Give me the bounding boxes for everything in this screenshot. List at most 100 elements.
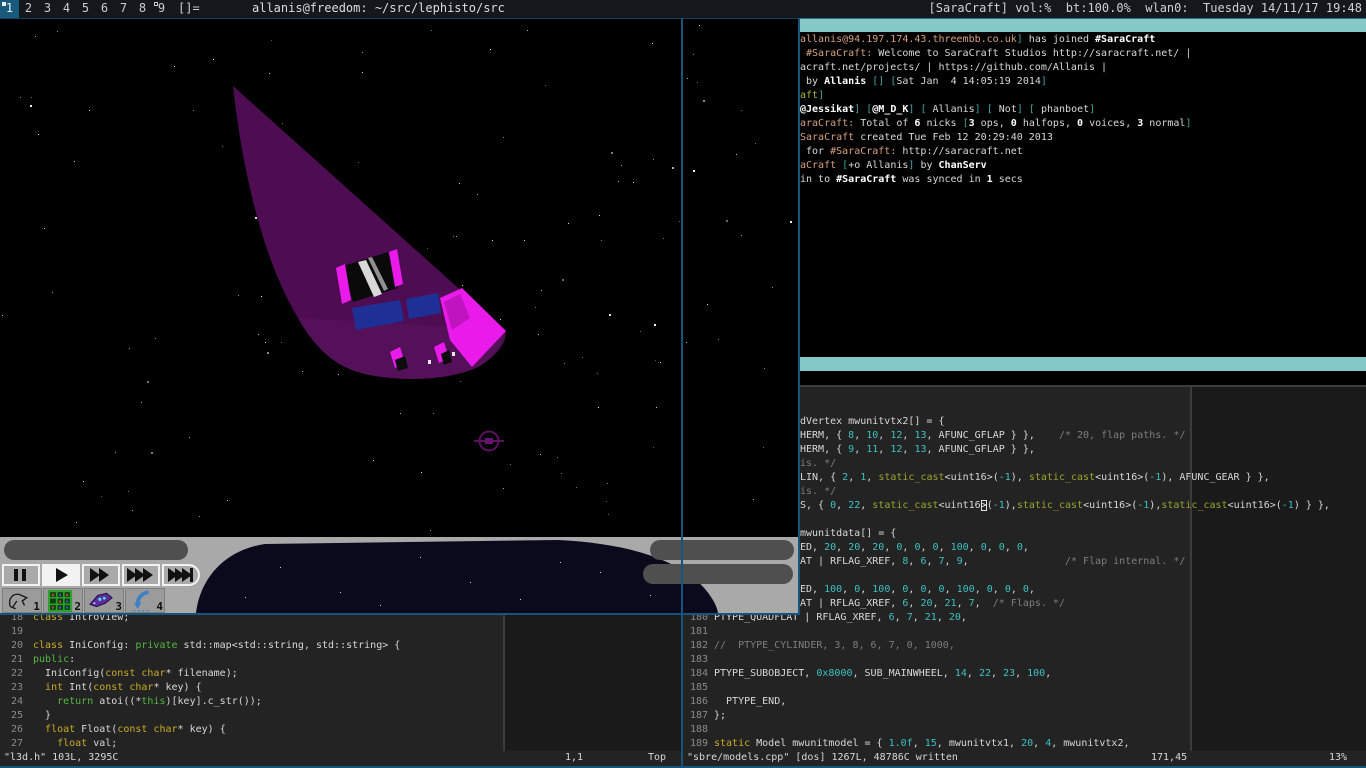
- text-segment: 21: [945, 598, 957, 609]
- line-text: @Jessikat] [@M_D_K] [ Allanis] [ Not] [ …: [800, 103, 1095, 117]
- line-text: HERM, { 9, 11, 12, 13, AFUNC_GFLAP } },: [800, 443, 1035, 457]
- text-line: 181: [683, 625, 1366, 639]
- line-number: 25: [3, 709, 23, 723]
- text-segment: created Tue Feb 12 20:29:40 2013: [854, 132, 1053, 143]
- game-window[interactable]: 1 2 3: [0, 18, 800, 615]
- vim-left-ruler: 1,1: [565, 751, 583, 765]
- layout-symbol[interactable]: []=: [178, 0, 200, 18]
- text-segment: ,: [1011, 584, 1023, 595]
- text-segment: ,: [902, 430, 914, 441]
- text-segment: static_cast: [1029, 472, 1095, 483]
- workspace-tag-8[interactable]: 8: [133, 0, 152, 18]
- line-number: 19: [3, 625, 23, 639]
- pause-button[interactable]: [2, 564, 40, 586]
- text-segment: ,: [913, 738, 925, 749]
- line-text: allanis@94.197.174.43.threembb.co.uk] ha…: [800, 33, 1155, 47]
- tag-label: 7: [120, 1, 127, 15]
- text-segment: ) } },: [1294, 500, 1330, 511]
- text-segment: char: [153, 724, 177, 735]
- text-segment: -1: [1282, 500, 1294, 511]
- comms-swoosh-icon: [128, 590, 156, 612]
- text-segment: static_cast: [878, 472, 944, 483]
- shortcut-comms-button[interactable]: 4: [125, 588, 165, 613]
- text-segment: , AFUNC_GFLAP } },: [926, 444, 1034, 455]
- text-segment: std::map<std::string, std::string> {: [178, 640, 401, 651]
- text-segment: araCraft:: [800, 118, 854, 129]
- text-segment: 20: [848, 542, 860, 553]
- text-segment: 13: [914, 444, 926, 455]
- text-segment: ChanServ: [939, 160, 987, 171]
- text-line: 183: [683, 653, 1366, 667]
- text-line: 27 float val;: [0, 737, 681, 751]
- ship-icon: [87, 590, 115, 612]
- line-text: public:: [33, 653, 75, 667]
- text-segment: 15: [925, 738, 937, 749]
- text-segment: ,: [860, 542, 872, 553]
- text-segment: AT | RFLAG_XREF,: [800, 598, 902, 609]
- text-segment: ), AFUNC_GEAR } },: [1161, 472, 1269, 483]
- vim-right-status-file: "sbre/models.cpp" [dos] 1267L, 48786C wr…: [687, 751, 958, 765]
- text-segment: 22: [848, 500, 860, 511]
- fast-forward-2x-button[interactable]: [82, 564, 120, 586]
- text-segment: @Jessikat: [800, 104, 854, 115]
- fast-forward-max-button[interactable]: [162, 564, 200, 586]
- play-button[interactable]: [42, 564, 80, 586]
- text-segment: #SaraCraft: [1095, 34, 1155, 45]
- line-number: 27: [3, 737, 23, 751]
- text-segment: phanboet: [1035, 104, 1089, 115]
- text-segment: ,: [854, 430, 866, 441]
- line-number: 187: [690, 709, 708, 723]
- tag-label: 1: [6, 1, 13, 15]
- workspace-tag-1[interactable]: 1: [0, 0, 19, 18]
- text-segment: ,: [908, 598, 920, 609]
- workspace-tag-3[interactable]: 3: [38, 0, 57, 18]
- shortcut-ship-button[interactable]: 3: [84, 588, 124, 613]
- text-segment: was synced in: [896, 174, 986, 185]
- line-text: mwunitdata[] = {: [800, 527, 896, 541]
- text-segment: , mwunitvtx1,: [937, 738, 1021, 749]
- text-segment: -1: [993, 500, 1005, 511]
- vim-right-ruler: 171,45: [1151, 751, 1187, 765]
- workspace-tag-5[interactable]: 5: [76, 0, 95, 18]
- text-segment: ,: [945, 584, 957, 595]
- text-segment: ,: [963, 556, 1065, 567]
- text-segment: 21: [925, 612, 937, 623]
- workspace-tag-4[interactable]: 4: [57, 0, 76, 18]
- workspace-tag-2[interactable]: 2: [19, 0, 38, 18]
- line-text: return atoi((*this)[key].c_str());: [33, 695, 262, 709]
- text-segment: -1: [1137, 500, 1149, 511]
- text-segment: ,: [884, 542, 896, 553]
- workspace-tag-9[interactable]: 9: [152, 0, 171, 18]
- shortcut-grid-map-button[interactable]: 2: [43, 588, 83, 613]
- shortcut-lander-button[interactable]: 1: [2, 588, 42, 613]
- wm-statusbar: 123456789 []= allanis@freedom: ~/src/lep…: [0, 0, 1366, 18]
- text-segment: static_cast: [872, 500, 938, 511]
- text-segment: ,: [878, 444, 890, 455]
- text-segment: ),: [1011, 472, 1029, 483]
- line-number: 189: [690, 737, 708, 751]
- text-segment: 13: [914, 430, 926, 441]
- text-segment: ,: [1015, 668, 1027, 679]
- text-segment: ,: [937, 612, 949, 623]
- workspace-tag-7[interactable]: 7: [114, 0, 133, 18]
- text-segment: 100: [1027, 668, 1045, 679]
- line-text: float Float(const char* key) {: [33, 723, 226, 737]
- fast-forward-3x-button[interactable]: [122, 564, 160, 586]
- text-segment: , AFUNC_GFLAP } },: [926, 430, 1058, 441]
- text-segment: ,: [902, 542, 914, 553]
- text-segment: for: [800, 146, 830, 157]
- text-segment: LIN, {: [800, 472, 842, 483]
- text-segment: 14: [955, 668, 967, 679]
- text-segment: []: [872, 76, 884, 87]
- text-segment: halfops,: [1017, 118, 1077, 129]
- text-segment: ,: [957, 598, 969, 609]
- spaceship: [0, 18, 800, 537]
- text-segment: <uint16>(: [1083, 500, 1137, 511]
- workspace-tag-6[interactable]: 6: [95, 0, 114, 18]
- text-segment: Welcome to SaraCraft Studios http://sara…: [872, 48, 1191, 59]
- text-segment: ,: [866, 472, 878, 483]
- text-segment: float: [57, 738, 87, 749]
- text-segment: ,: [860, 500, 872, 511]
- system-status-text: [SaraCraft] vol:% bt:100.0% wlan0: Tuesd…: [929, 0, 1362, 18]
- text-segment: aft: [800, 90, 818, 101]
